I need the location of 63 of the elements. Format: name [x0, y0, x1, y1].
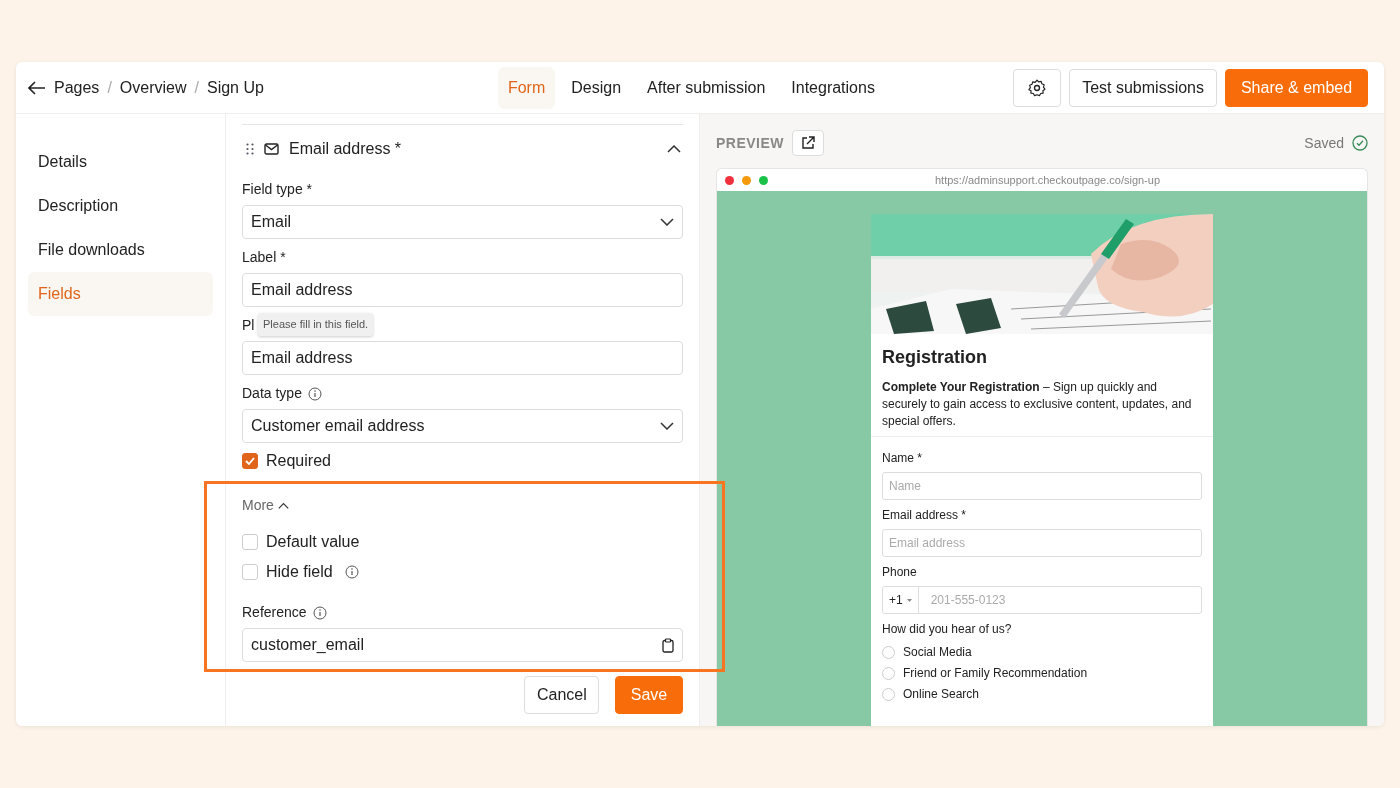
checkbox[interactable] [242, 534, 258, 550]
tooltip: Please fill in this field. [258, 313, 374, 336]
input-field[interactable]: customer_email [242, 628, 683, 662]
field-label: Pl [242, 316, 255, 335]
phone-field[interactable]: +1 201-555-0123 [882, 586, 1202, 614]
tab[interactable]: Design [561, 66, 632, 109]
window-dot [742, 175, 751, 185]
collapse-chevron-icon[interactable] [667, 145, 681, 153]
sidebar-item[interactable]: File downloads [28, 228, 213, 272]
settings-icon [1027, 78, 1048, 99]
breadcrumb-separator: / [194, 77, 199, 98]
window-dot [725, 175, 734, 185]
check-circle-icon [1352, 135, 1368, 151]
field-label: Data type [242, 384, 302, 403]
checkbox-label: Hide field [266, 562, 333, 582]
breadcrumb-link[interactable]: Overview [119, 75, 187, 100]
chevron-down-icon [660, 218, 674, 226]
form-intro: Complete Your Registration – Sign up quickly and securely to gain access to exclusive content, updates, and special offers. [882, 379, 1193, 430]
breadcrumb-link[interactable]: Pages [54, 75, 100, 100]
input-field[interactable]: Email address [242, 341, 683, 375]
field-label: Label * [242, 248, 286, 267]
radio-label: Friend or Family Recommendation [903, 665, 1088, 682]
breadcrumb-current: Sign Up [206, 77, 264, 98]
settings-button[interactable] [1013, 68, 1062, 107]
sidebar-item[interactable]: Details [28, 140, 213, 184]
tab[interactable]: Integrations [781, 66, 885, 109]
select-field[interactable]: Email [242, 205, 683, 239]
external-link-icon [801, 136, 816, 150]
tab[interactable]: After submission [637, 66, 776, 109]
breadcrumb-separator: / [107, 77, 112, 98]
drag-handle-icon[interactable] [246, 143, 254, 155]
input-field[interactable]: Email address [242, 273, 683, 307]
checkbox[interactable] [242, 453, 258, 469]
preview-heading: PREVIEW [716, 133, 785, 153]
url-text: https://adminsupport.checkoutpage.co/sign-up [934, 172, 1161, 188]
test-submissions-button[interactable]: Test submissions [1069, 68, 1217, 107]
form-label: Email address * [882, 507, 968, 524]
radio-label: Online Search [903, 686, 980, 703]
radio-label: Social Media [903, 644, 972, 661]
back-arrow-icon[interactable] [28, 80, 46, 95]
sidebar-item[interactable]: Description [28, 184, 213, 228]
checkbox-label: Required [266, 451, 331, 471]
caret-icon [906, 598, 912, 602]
envelope-icon [264, 143, 279, 155]
form-label: Name * [882, 450, 923, 467]
check-icon [245, 457, 255, 465]
open-external-button[interactable] [792, 130, 825, 156]
form-label: How did you hear of us? [882, 621, 1013, 638]
chevron-down-icon [660, 422, 674, 430]
field-title: Email address * [289, 139, 402, 159]
cancel-button[interactable]: Cancel [524, 676, 599, 714]
checkbox[interactable] [242, 564, 258, 580]
field-label: Reference [242, 603, 307, 622]
saved-status: Saved [1304, 133, 1344, 153]
field-label: Field type * [242, 180, 313, 199]
form-label: Phone [882, 564, 918, 581]
clipboard-icon[interactable] [662, 637, 674, 653]
checkbox-label: Default value [266, 532, 360, 552]
select-field[interactable]: Customer email address [242, 409, 683, 443]
country-code-select[interactable]: +1 [883, 587, 919, 613]
window-dot [759, 175, 768, 185]
form-title: Registration [882, 346, 988, 369]
more-toggle[interactable]: More [242, 495, 289, 516]
